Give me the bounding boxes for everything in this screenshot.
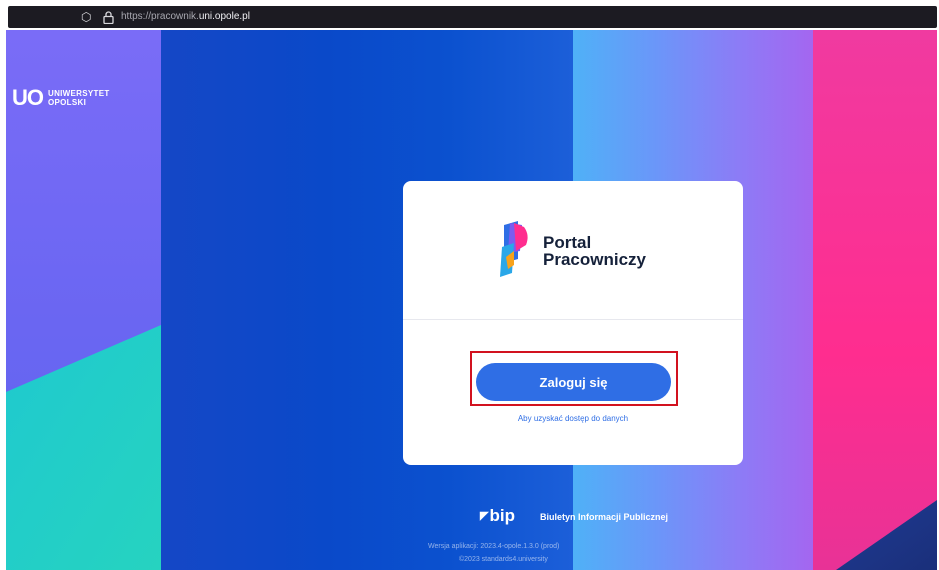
url-text[interactable]: https://pracownik.uni.opole.pl [121,10,250,24]
app-version: Wersja aplikacji: 2023.4-opole.1.3.0 (pr… [428,543,560,550]
university-name-line2: OPOLSKI [48,98,87,107]
bip-link[interactable]: Biuletyn Informacji Publicznej [540,512,668,522]
bip-logo-text: bip [489,506,515,525]
login-button[interactable]: Zaloguj się [476,363,671,401]
lock-icon[interactable] [103,9,114,28]
copyright: ©2023 standards4.university [459,556,548,563]
login-card: Portal Pracowniczy Zaloguj się Aby uzysk… [403,181,743,465]
login-hint: Aby uzyskać dostęp do danych [517,414,629,423]
portal-title-line1: Portal [543,233,592,252]
portal-logo-icon [500,221,528,277]
uo-logo-mark: UO [12,85,44,110]
portal-title-line2: Pracowniczy [543,250,646,269]
shield-icon[interactable]: ⬡ [81,9,91,25]
url-prefix: https://pracownik. [121,11,199,22]
university-name-line1: UNIWERSYTET [48,89,110,98]
portal-title: Portal Pracowniczy [543,234,646,268]
university-name: UNIWERSYTET OPOLSKI [48,89,110,107]
card-divider [403,319,743,320]
address-bar[interactable]: ⬡ https://pracownik.uni.opole.pl [8,6,937,28]
browser-toolbar: ⬡ https://pracownik.uni.opole.pl [0,0,939,30]
url-host: uni.opole.pl [198,11,250,22]
bip-logo[interactable]: ◤bip [480,506,515,526]
bip-arrow-icon: ◤ [480,510,489,522]
